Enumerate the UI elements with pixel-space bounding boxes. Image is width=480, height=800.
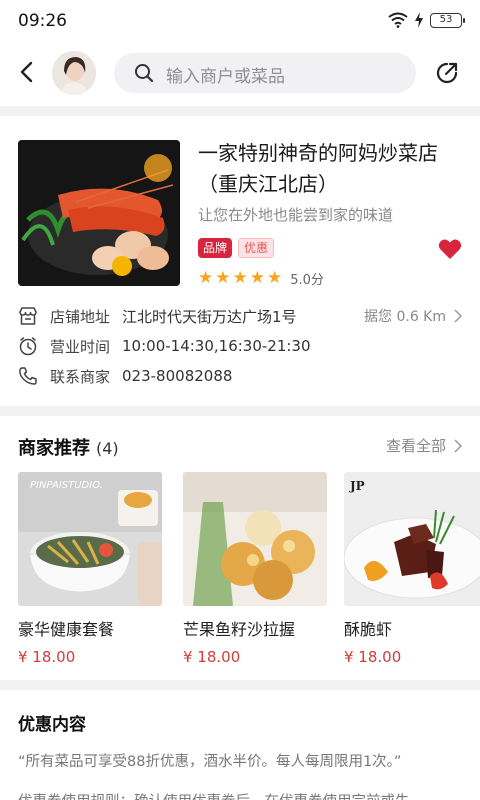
dish-price: ¥ 18.00 [344,648,402,666]
search-icon [135,64,154,83]
nav-bar: 输入商户或菜品 [0,42,480,106]
dish-name: 酥脆虾 [344,620,393,639]
chevron-right-icon [454,438,462,453]
back-arrow-icon[interactable] [14,58,42,86]
battery-icon: 53 [430,12,465,28]
search-placeholder: 输入商户或菜品 [166,67,285,87]
hours-value: 10:00-14:30,16:30-21:30 [122,337,311,355]
contact-label: 联系商家 [50,367,111,386]
wifi-icon [388,12,408,28]
rating: ★ ★ ★ ★ ★ 5.0分 [198,268,324,288]
dish-card[interactable]: JP 酥脆虾 ¥ 18.00 [344,472,480,666]
dish-price: ¥ 18.00 [18,648,76,666]
dish-name: 芒果鱼籽沙拉握 [183,620,296,639]
address-value: 江北时代天街万达广场1号 [122,307,297,326]
hours-row: 营业时间 10:00-14:30,16:30-21:30 [18,334,311,358]
status-bar: 09:26 53 [0,0,480,42]
star-icon: ★ [249,268,265,288]
divider [0,106,480,116]
hours-label: 营业时间 [50,337,111,356]
shop-image [18,140,180,286]
clock-icon [19,337,37,356]
promo-rules-text: 优惠券使用规则：确认使用优惠券后，在优惠券使用完前或失 [18,790,478,800]
promo-text: “所有菜品可享受88折优惠，酒水半价。每人每周限用1次。” [18,754,402,770]
view-all-label: 查看全部 [385,437,446,455]
view-all-link[interactable]: 查看全部 [386,435,462,456]
phone-value: 023-80082088 [122,367,233,385]
shop-tags: 品牌 优惠 [198,238,275,258]
shop-name: 一家特别神奇的阿妈炒菜店（重庆江北店） [198,141,438,196]
store-icon [19,307,37,325]
address-label: 店铺地址 [50,307,111,326]
promo-tag: 优惠 [238,238,275,258]
dish-image: PINPAISTUDIO. [18,472,162,606]
shop-card: 一家特别神奇的阿妈炒菜店（重庆江北店） 让您在外地也能尝到家的味道 品牌 优惠 … [0,116,480,406]
section-title: 商家推荐 (4) [18,434,119,460]
dish-name: 豪华健康套餐 [18,620,115,639]
charging-icon [415,12,423,28]
dish-card[interactable]: PINPAISTUDIO. 豪华健康套餐 ¥ 18.00 [18,472,162,666]
distance[interactable]: 据您 0.6 Km [364,306,462,326]
brand-tag: 品牌 [198,238,233,258]
distance-text: 据您 0.6 Km [364,309,446,325]
star-icon: ★ [267,268,283,288]
rating-score: 5.0分 [290,272,324,288]
dish-image [183,472,327,606]
recommend-count: (4) [96,439,119,458]
dish-image: JP [344,472,480,606]
favorite-heart-icon[interactable] [438,238,462,260]
promo-title: 优惠内容 [18,715,86,735]
dish-image-caption: PINPAISTUDIO. [30,480,103,491]
phone-icon [19,367,37,385]
recommend-section: 商家推荐 (4) 查看全部 PINPAISTUDIO. 豪华健康套餐 ¥ 18.… [0,416,480,680]
share-icon[interactable] [434,60,460,86]
status-icons: 53 [388,12,465,28]
avatar[interactable] [52,51,96,95]
dish-card[interactable]: 芒果鱼籽沙拉握 ¥ 18.00 [183,472,327,666]
divider [0,680,480,690]
search-input[interactable]: 输入商户或菜品 [114,53,416,93]
dish-image-caption: JP [349,479,365,493]
dish-price: ¥ 18.00 [183,648,241,666]
contact-row[interactable]: 联系商家 023-80082088 [18,364,232,388]
star-icon: ★ [198,268,214,288]
recommend-title: 商家推荐 [18,438,90,459]
promo-section: 优惠内容 “所有菜品可享受88折优惠，酒水半价。每人每周限用1次。” 优惠券使用… [0,690,480,800]
shop-slogan: 让您在外地也能尝到家的味道 [198,206,394,224]
star-icon: ★ [215,268,231,288]
chevron-right-icon [454,309,462,323]
divider [0,406,480,416]
status-time: 09:26 [18,11,67,31]
star-icon: ★ [232,268,248,288]
address-row[interactable]: 店铺地址 江北时代天街万达广场1号 [18,304,297,328]
